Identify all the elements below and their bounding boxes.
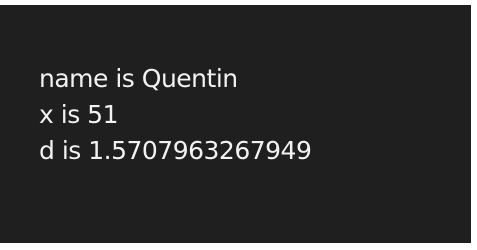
console-output: name is Quentin x is 51 d is 1.570796326… [0, 5, 471, 243]
console-window: name is Quentin x is 51 d is 1.570796326… [0, 0, 477, 250]
output-line-x: x is 51 [39, 100, 118, 129]
output-line-d: d is 1.5707963267949 [39, 136, 312, 165]
output-line-name: name is Quentin [39, 64, 238, 93]
